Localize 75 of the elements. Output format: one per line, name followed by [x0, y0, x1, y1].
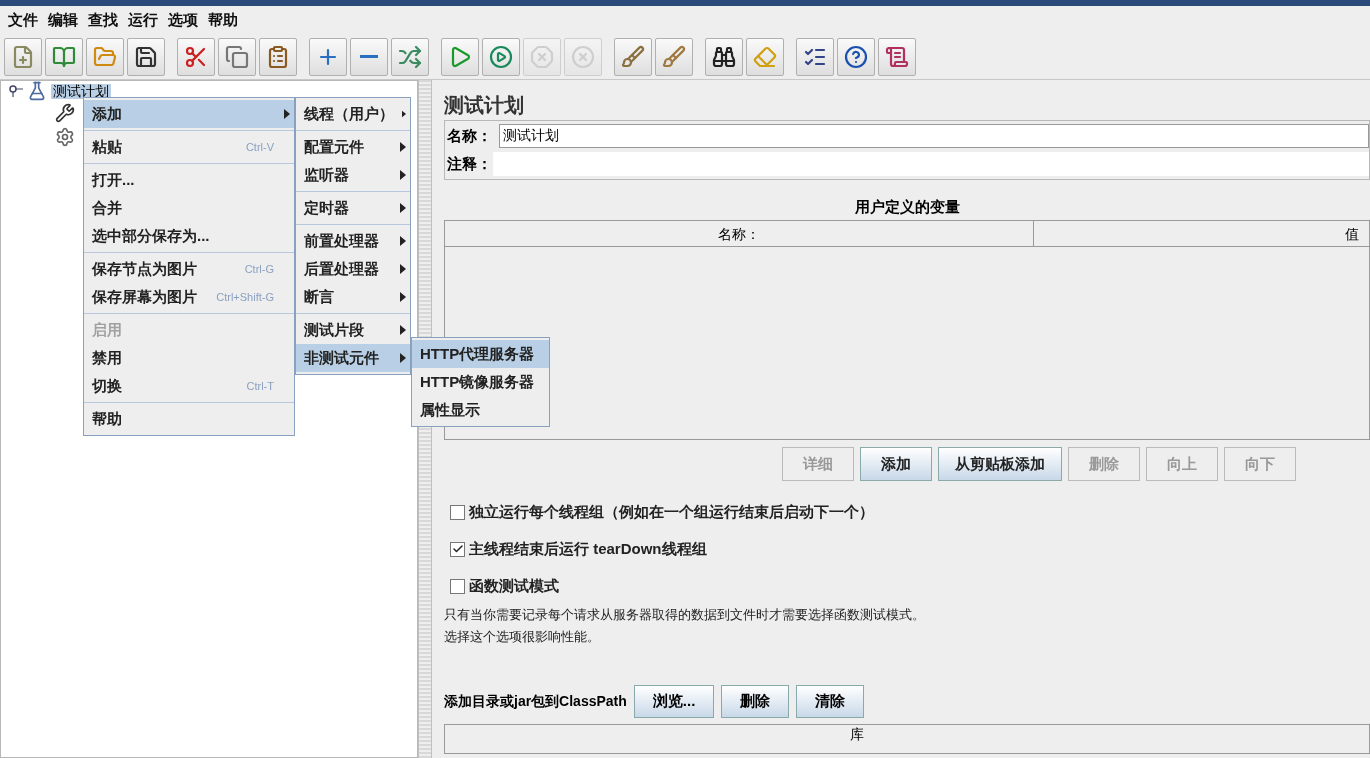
- menu-bar-item[interactable]: 文件: [4, 8, 42, 32]
- binoculars-icon: [712, 44, 736, 69]
- menu-item[interactable]: HTTP代理服务器: [412, 340, 549, 368]
- menu-bar-item[interactable]: 查找: [84, 8, 122, 32]
- menu-item[interactable]: 禁用: [84, 344, 294, 372]
- menu-item[interactable]: 前置处理器: [296, 227, 410, 255]
- menu-item[interactable]: 保存节点为图片 Ctrl-G: [84, 255, 294, 283]
- menu-item[interactable]: 属性显示: [412, 396, 549, 424]
- column-header[interactable]: 名称：: [445, 221, 1034, 246]
- toolbar-button[interactable]: [127, 37, 165, 76]
- toolbar-button[interactable]: [705, 37, 743, 76]
- field-label: 注释：: [447, 153, 493, 174]
- book-icon: [52, 44, 76, 69]
- classpath-button[interactable]: 浏览...: [633, 685, 715, 718]
- column-header[interactable]: 值: [1034, 221, 1369, 246]
- flask-icon: [27, 81, 47, 101]
- copy-icon: [225, 44, 249, 69]
- menu-item[interactable]: 粘贴 Ctrl-V: [84, 133, 294, 161]
- menu-item[interactable]: 选中部分保存为...: [84, 222, 294, 250]
- menu-bar-item[interactable]: 选项: [164, 8, 202, 32]
- clipboard-icon: [266, 44, 290, 69]
- menu-item[interactable]: HTTP镜像服务器: [412, 368, 549, 396]
- menu-item[interactable]: 定时器: [296, 194, 410, 222]
- section-title: 用户定义的变量: [853, 197, 961, 217]
- tree-handle-icon: [9, 85, 23, 97]
- table-action-button[interactable]: 从剪贴板添加: [938, 447, 1062, 481]
- gear-icon[interactable]: [55, 127, 75, 147]
- menu-item[interactable]: 切换 Ctrl-T: [84, 372, 294, 400]
- comment-field[interactable]: [493, 152, 1369, 176]
- menu-bar-item[interactable]: 帮助: [204, 8, 242, 32]
- menu-item[interactable]: 配置元件: [296, 133, 410, 161]
- column-header[interactable]: 库: [445, 725, 1369, 743]
- menu-item[interactable]: 合并: [84, 194, 294, 222]
- document-icon: [11, 44, 35, 69]
- toolbar-button[interactable]: [796, 37, 834, 76]
- help-icon: [844, 44, 868, 69]
- note-text: 只有当你需要记录每个请求从服务器取得的数据到文件时才需要选择函数测试模式。: [444, 606, 926, 624]
- menu-item[interactable]: 打开...: [84, 166, 294, 194]
- menu-item[interactable]: 测试片段: [296, 316, 410, 344]
- play-icon: [489, 44, 513, 69]
- log-icon: [885, 44, 909, 69]
- panel-title: 测试计划: [444, 93, 525, 118]
- minus-icon: [360, 55, 378, 58]
- menu-item[interactable]: 线程（用户）: [296, 100, 410, 128]
- checkbox[interactable]: [450, 578, 465, 594]
- classpath-button[interactable]: 清除: [796, 685, 865, 718]
- menu-item[interactable]: 监听器: [296, 161, 410, 189]
- name-field[interactable]: 测试计划: [499, 124, 1369, 148]
- note-text: 选择这个选项很影响性能。: [444, 628, 601, 646]
- field-label: 名称：: [447, 125, 493, 146]
- checkbox[interactable]: [450, 504, 465, 520]
- toolbar-button[interactable]: [837, 37, 875, 76]
- folder-icon: [93, 44, 117, 69]
- close-icon: [571, 44, 595, 69]
- tree-node[interactable]: 测试计划: [51, 83, 111, 99]
- wrench-icon[interactable]: [55, 103, 75, 123]
- classpath-label: 添加目录或jar包到ClassPath: [444, 692, 627, 711]
- menu-bar-item[interactable]: 编辑: [44, 8, 82, 32]
- menu-item[interactable]: 帮助: [84, 405, 294, 433]
- menu-item[interactable]: 后置处理器: [296, 255, 410, 283]
- menu-item[interactable]: 保存屏幕为图片 Ctrl+Shift-G: [84, 283, 294, 311]
- checkbox[interactable]: [450, 541, 465, 557]
- toggle-icon: [398, 44, 422, 69]
- stop-icon: [530, 44, 554, 69]
- checkbox-label: 独立运行每个线程组（例如在一个组运行结束后启动下一个）: [469, 501, 874, 522]
- save-icon: [134, 44, 158, 69]
- menu-bar-item[interactable]: 运行: [124, 8, 162, 32]
- checkbox-label: 函数测试模式: [469, 575, 559, 596]
- menu-item[interactable]: 断言: [296, 283, 410, 311]
- menu-item[interactable]: 非测试元件: [296, 344, 410, 372]
- scissors-icon: [184, 44, 208, 69]
- classpath-button[interactable]: 删除: [721, 685, 790, 718]
- checkbox-label: 主线程结束后运行 tearDown线程组: [469, 538, 707, 559]
- menu-item[interactable]: 添加: [84, 100, 294, 128]
- table-action-button[interactable]: 添加: [860, 447, 932, 481]
